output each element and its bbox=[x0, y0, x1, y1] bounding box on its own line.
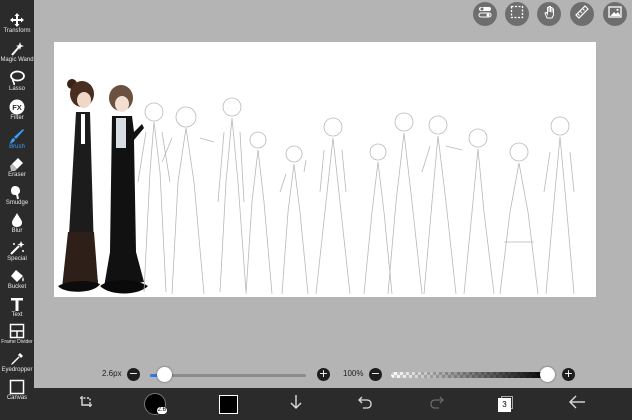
tool-magic-wand[interactable]: Magic Wand bbox=[0, 41, 34, 68]
hand-icon bbox=[542, 5, 556, 24]
toggle-icon bbox=[478, 5, 492, 24]
tool-text[interactable]: Text bbox=[0, 296, 34, 323]
redo-icon bbox=[429, 395, 445, 414]
tool-transform[interactable]: Transform bbox=[0, 12, 34, 39]
tool-label: Special bbox=[7, 256, 27, 262]
opacity-label: 100% bbox=[343, 369, 364, 378]
tool-label: Filter bbox=[10, 115, 24, 121]
artwork-sketches bbox=[137, 97, 575, 295]
tool-label: Bucket bbox=[7, 284, 27, 290]
text-icon bbox=[8, 296, 26, 312]
lasso-icon bbox=[8, 70, 26, 86]
size-increase-button[interactable]: + bbox=[317, 368, 330, 381]
selection-icon bbox=[510, 5, 524, 24]
fx-icon: FX bbox=[8, 99, 26, 115]
crop-rotate-icon bbox=[79, 394, 95, 415]
tool-blur[interactable]: Blur bbox=[0, 212, 34, 239]
opacity-knob[interactable] bbox=[540, 367, 555, 382]
ruler-button[interactable] bbox=[570, 2, 594, 26]
artwork-figure bbox=[58, 79, 100, 292]
back-button[interactable] bbox=[564, 392, 590, 416]
svg-text:FX: FX bbox=[12, 103, 22, 112]
drop-icon bbox=[8, 212, 26, 228]
color-picker-button[interactable] bbox=[215, 392, 241, 416]
tool-sidebar: Transform Magic Wand Lasso FX Filter Bru… bbox=[0, 0, 34, 420]
tool-smudge[interactable]: Smudge bbox=[0, 184, 34, 211]
brush-icon bbox=[8, 128, 26, 144]
brush-size-slider[interactable] bbox=[150, 374, 306, 377]
tool-label: Smudge bbox=[5, 200, 29, 206]
opacity-slider[interactable] bbox=[391, 372, 549, 378]
tool-filter[interactable]: FX Filter bbox=[0, 99, 34, 126]
canvas-artwork bbox=[58, 79, 575, 295]
size-decrease-button[interactable]: − bbox=[127, 368, 140, 381]
tool-label: Brush bbox=[9, 144, 25, 150]
brush-size-knob[interactable] bbox=[157, 367, 173, 382]
ruler-icon bbox=[575, 4, 589, 24]
frame-divider-icon bbox=[8, 323, 26, 339]
tool-label: Eraser bbox=[8, 172, 26, 178]
drawing-canvas[interactable] bbox=[54, 42, 596, 297]
sparkle-icon bbox=[8, 240, 26, 256]
tool-label: Lasso bbox=[8, 86, 25, 92]
bottom-toolbar: 2.6 3 bbox=[34, 388, 632, 420]
opacity-decrease-button[interactable]: − bbox=[369, 368, 382, 381]
image-icon bbox=[608, 5, 622, 24]
hand-button[interactable] bbox=[537, 2, 561, 26]
arrow-left-icon bbox=[568, 395, 586, 414]
brush-size-badge: 2.6 bbox=[156, 407, 167, 414]
download-button[interactable] bbox=[283, 392, 309, 416]
layers-icon: 3 bbox=[498, 396, 514, 412]
tool-label: Text bbox=[11, 312, 23, 318]
tool-label: Transform bbox=[3, 28, 31, 34]
brush-picker-button[interactable]: 2.6 bbox=[142, 392, 168, 416]
layer-count: 3 bbox=[498, 398, 511, 412]
tool-brush[interactable]: Brush bbox=[0, 128, 34, 155]
smudge-icon bbox=[8, 184, 26, 200]
tool-label: Frame Divider bbox=[1, 339, 33, 345]
eyedropper-icon bbox=[8, 351, 26, 367]
undo-icon bbox=[357, 395, 373, 414]
opacity-increase-button[interactable]: + bbox=[562, 368, 575, 381]
undo-button[interactable] bbox=[352, 392, 378, 416]
toggle-button[interactable] bbox=[473, 2, 497, 26]
artwork-figure bbox=[100, 85, 148, 294]
minus-icon: − bbox=[128, 367, 139, 380]
layers-button[interactable]: 3 bbox=[493, 392, 519, 416]
tool-lasso[interactable]: Lasso bbox=[0, 70, 34, 97]
tool-canvas[interactable]: Canvas bbox=[0, 379, 34, 406]
eraser-icon bbox=[8, 156, 26, 172]
tool-frame-divider[interactable]: Frame Divider bbox=[0, 323, 34, 350]
tool-label: Canvas bbox=[6, 395, 28, 401]
tool-eraser[interactable]: Eraser bbox=[0, 156, 34, 183]
quick-menu-button[interactable] bbox=[74, 392, 100, 416]
move-arrows-icon bbox=[8, 12, 26, 28]
brush-size-label: 2.6px bbox=[102, 369, 122, 378]
minus-icon: − bbox=[370, 367, 381, 380]
current-color-swatch bbox=[218, 394, 238, 414]
tool-bucket[interactable]: Bucket bbox=[0, 268, 34, 295]
tool-special[interactable]: Special bbox=[0, 240, 34, 267]
brush-preview: 2.6 bbox=[144, 393, 167, 415]
canvas-icon bbox=[8, 379, 26, 395]
tool-label: Eyedropper bbox=[1, 367, 33, 373]
selection-button[interactable] bbox=[505, 2, 529, 26]
redo-button[interactable] bbox=[424, 392, 450, 416]
tool-eyedropper[interactable]: Eyedropper bbox=[0, 351, 34, 378]
arrow-down-icon bbox=[289, 394, 303, 415]
tool-label: Blur bbox=[11, 228, 23, 234]
tool-label: Magic Wand bbox=[0, 57, 34, 63]
plus-icon: + bbox=[318, 367, 329, 380]
plus-icon: + bbox=[563, 367, 574, 380]
image-button[interactable] bbox=[603, 2, 627, 26]
bucket-icon bbox=[8, 268, 26, 284]
magic-wand-icon bbox=[8, 41, 26, 57]
